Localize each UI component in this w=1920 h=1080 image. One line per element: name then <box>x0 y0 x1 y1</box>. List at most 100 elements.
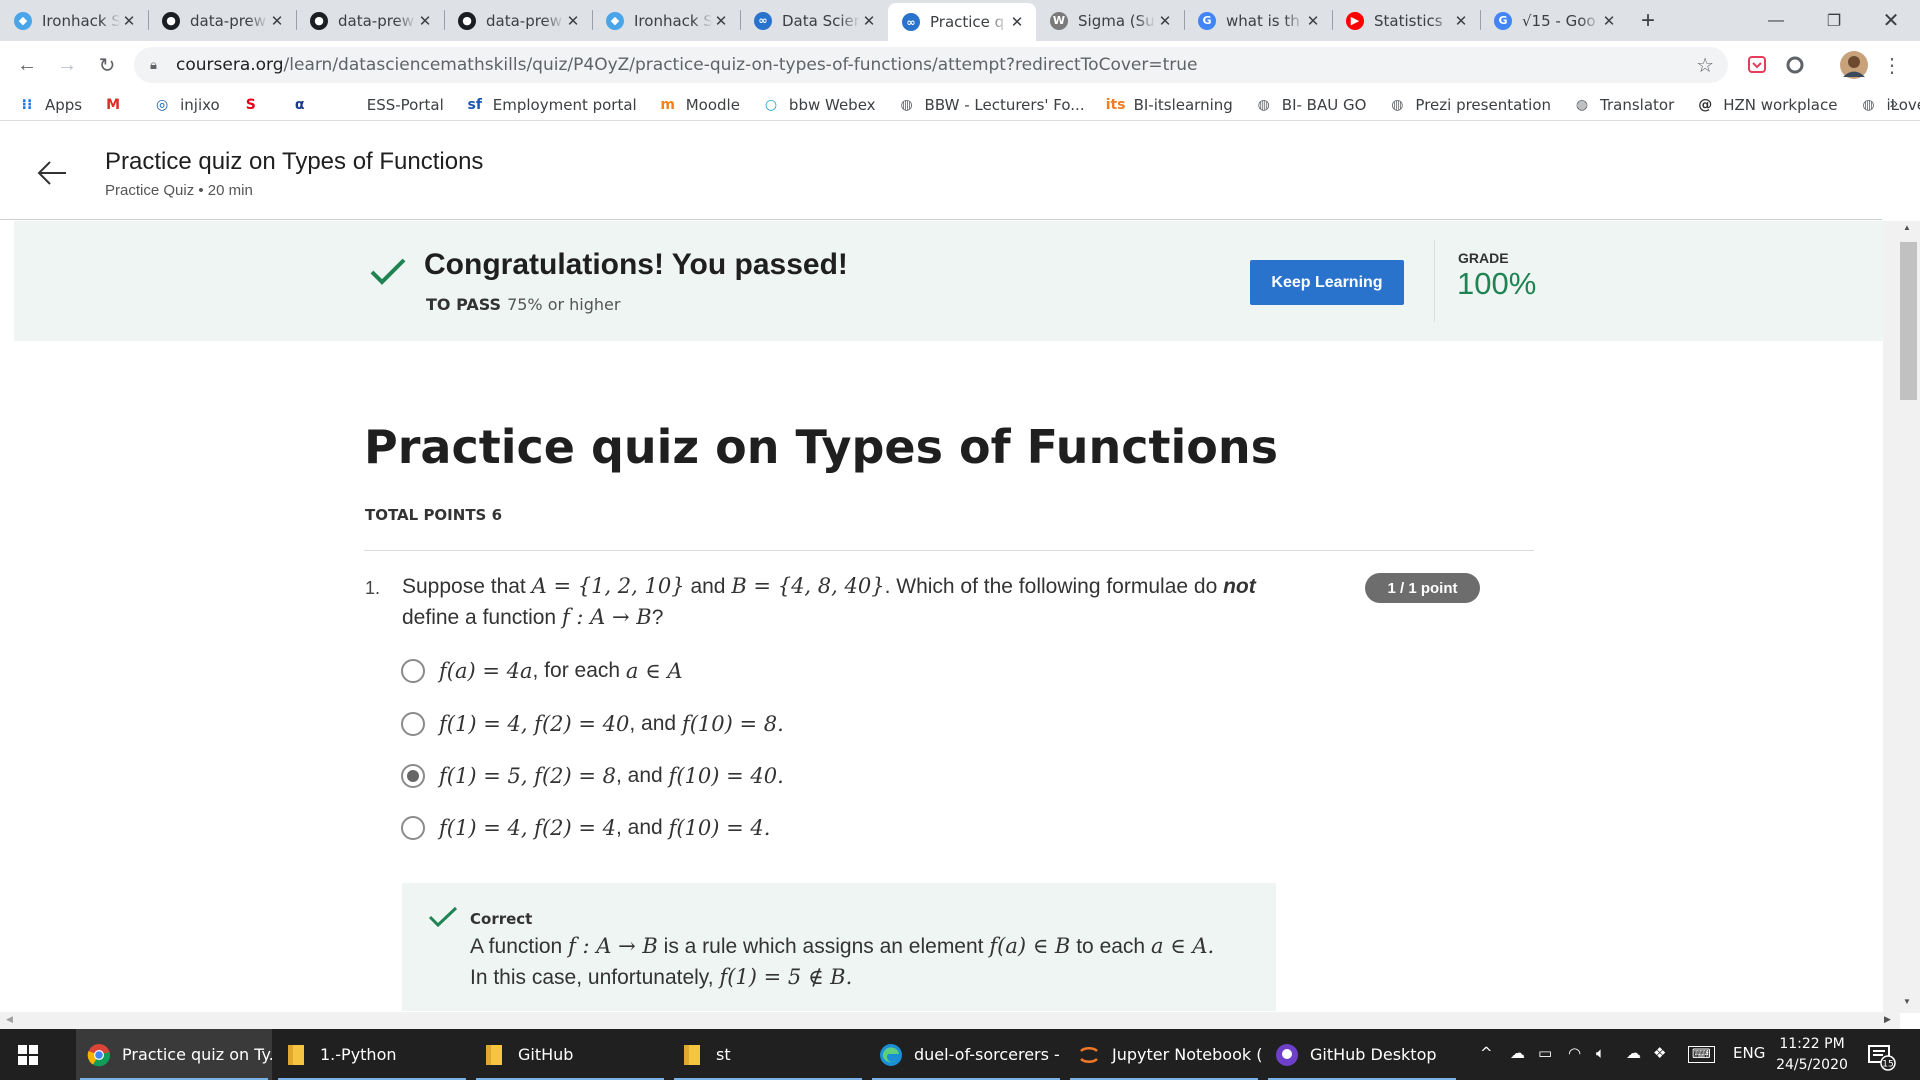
tab[interactable]: ● data-prew ✕ <box>444 0 592 41</box>
bookmark-label: Apps <box>45 95 83 114</box>
bookmark-item[interactable]: ◎ injixo <box>153 96 220 114</box>
bookmark-item[interactable]: ◍ BI- BAU GO <box>1255 96 1367 114</box>
bookmark-item[interactable]: ⁝⁝ Apps <box>18 96 82 114</box>
windows-start-icon[interactable] <box>0 1029 56 1080</box>
bookmark-item[interactable]: ◍ BBW - Lecturers' Fo... <box>898 96 1084 114</box>
menu-icon[interactable]: ⋮ <box>1878 51 1906 79</box>
taskbar-app[interactable]: st <box>670 1029 866 1080</box>
answer-option[interactable]: f(1) = 4, f(2) = 4, and f(10) = 4. <box>401 811 770 845</box>
bookmark-item[interactable]: ○ bbw Webex <box>762 96 876 114</box>
onedrive-icon[interactable]: ☁ <box>1510 1044 1525 1062</box>
dropbox-icon[interactable]: ❖ <box>1653 1044 1666 1062</box>
bookmark-item[interactable]: M <box>104 96 131 114</box>
close-tab-icon[interactable]: ✕ <box>564 12 582 30</box>
jupyter-icon <box>1076 1042 1102 1068</box>
keep-learning-button[interactable]: Keep Learning <box>1250 260 1404 305</box>
bookmark-item[interactable]: ◍ Prezi presentation <box>1388 96 1551 114</box>
radio-button[interactable] <box>401 712 425 736</box>
radio-button-selected[interactable] <box>401 764 425 788</box>
bookmark-item[interactable]: α <box>291 96 318 114</box>
close-tab-icon[interactable]: ✕ <box>1156 12 1174 30</box>
close-tab-icon[interactable]: ✕ <box>1008 13 1026 31</box>
notifications-icon[interactable]: 15 <box>1866 1041 1896 1071</box>
scroll-up-icon[interactable]: ▲ <box>1903 223 1911 232</box>
close-tab-icon[interactable]: ✕ <box>268 12 286 30</box>
tab[interactable]: ● data-prew ✕ <box>296 0 444 41</box>
bookmark-item[interactable]: ESS-Portal <box>340 96 444 114</box>
scrollbar-thumb[interactable] <box>1900 242 1917 400</box>
bookmark-label: ESS-Portal <box>366 95 444 114</box>
gmail-icon: M <box>106 96 121 113</box>
answer-option[interactable]: f(a) = 4a, for each a ∈ A <box>401 654 683 688</box>
bookmarks-more-icon[interactable]: » <box>1890 95 1898 112</box>
tab[interactable]: W Sigma (Su ✕ <box>1036 0 1184 41</box>
upload-cloud-icon[interactable]: ☁ <box>1626 1044 1641 1062</box>
back-icon[interactable]: ← <box>10 48 44 82</box>
bookmark-item[interactable]: ◍ Translator <box>1573 96 1674 114</box>
tab-title: data-prew <box>190 11 267 30</box>
bookmark-item[interactable]: m Moodle <box>659 96 740 114</box>
tab[interactable]: G √15 - Goo ✕ <box>1480 0 1628 41</box>
tab[interactable]: ● data-prew ✕ <box>148 0 296 41</box>
divider <box>364 550 1534 551</box>
close-tab-icon[interactable]: ✕ <box>1452 12 1470 30</box>
address-bar[interactable]: 🔒︎ coursera.org/learn/datasciencemathski… <box>134 47 1728 83</box>
tab[interactable]: Gwhat is th ✕ <box>1184 0 1332 41</box>
close-tab-icon[interactable]: ✕ <box>860 12 878 30</box>
clock[interactable]: 11:22 PM 24/5/2020 <box>1764 1034 1860 1076</box>
tab[interactable]: ∞ Data Scien ✕ <box>740 0 888 41</box>
globe-icon: ◍ <box>1575 96 1589 113</box>
bookmark-label: BI- BAU GO <box>1281 95 1367 114</box>
profile-avatar[interactable] <box>1838 49 1870 81</box>
scroll-down-icon[interactable]: ▼ <box>1903 997 1911 1006</box>
tab[interactable]: ∞ Practice q ✕ <box>888 3 1036 41</box>
close-window-icon[interactable]: ✕ <box>1862 0 1920 41</box>
folder-icon <box>284 1042 310 1068</box>
scroll-left-icon[interactable]: ◀ <box>6 1014 13 1025</box>
answer-option[interactable]: f(1) = 4, f(2) = 40, and f(10) = 8. <box>401 707 784 741</box>
language-indicator[interactable]: ENG <box>1733 1044 1765 1062</box>
minimize-icon[interactable]: — <box>1747 0 1805 41</box>
back-arrow-icon[interactable] <box>36 157 68 189</box>
pocket-extension-icon[interactable] <box>1743 51 1771 79</box>
taskbar-app[interactable]: GitHub Desktop <box>1264 1029 1460 1080</box>
tab[interactable]: ◆ Ironhack S ✕ <box>592 0 740 41</box>
extension-circle-icon[interactable] <box>1781 51 1809 79</box>
taskbar-app[interactable]: duel-of-sorcerers - ... <box>868 1029 1064 1080</box>
wifi-icon[interactable]: ◠ <box>1568 1044 1581 1062</box>
bookmark-item[interactable]: its BI-itslearning <box>1106 95 1233 114</box>
keyboard-icon[interactable]: ⌨ <box>1688 1046 1715 1063</box>
volume-icon[interactable]: 🔈︎ <box>1596 1044 1605 1062</box>
bookmark-item[interactable]: @ HZN workplace <box>1696 96 1837 114</box>
tab[interactable]: ◆ Ironhack S ✕ <box>0 0 148 41</box>
radio-button[interactable] <box>401 816 425 840</box>
scroll-right-icon[interactable]: ▶ <box>1884 1014 1891 1025</box>
alpha-icon: α <box>294 96 305 113</box>
tab-title: Ironhack S <box>634 11 712 30</box>
close-tab-icon[interactable]: ✕ <box>1600 12 1618 30</box>
restore-icon[interactable]: ❐ <box>1805 0 1863 41</box>
bookmark-item[interactable]: S <box>242 96 269 114</box>
radio-button[interactable] <box>401 659 425 683</box>
battery-icon[interactable]: ▭ <box>1538 1044 1552 1062</box>
close-tab-icon[interactable]: ✕ <box>1304 12 1322 30</box>
bookmark-label: BI-itslearning <box>1133 95 1233 114</box>
feedback-text: In this case, unfortunately, f(1) = 5 ∉ … <box>470 965 853 989</box>
taskbar-app[interactable]: 1.-Python <box>274 1029 470 1080</box>
bookmark-item[interactable]: sf Employment portal <box>466 96 637 114</box>
close-tab-icon[interactable]: ✕ <box>712 12 730 30</box>
answer-option[interactable]: f(1) = 5, f(2) = 8, and f(10) = 40. <box>401 759 784 793</box>
chevron-up-icon[interactable]: ^ <box>1480 1044 1493 1062</box>
horizontal-scrollbar[interactable] <box>0 1012 1900 1029</box>
taskbar-app[interactable]: GitHub <box>472 1029 668 1080</box>
taskbar-app[interactable]: Practice quiz on Ty... <box>76 1029 272 1080</box>
reload-icon[interactable]: ↻ <box>90 48 124 82</box>
taskbar-app[interactable]: Jupyter Notebook (... <box>1066 1029 1262 1080</box>
new-tab-icon[interactable]: + <box>1628 0 1668 41</box>
close-tab-icon[interactable]: ✕ <box>416 12 434 30</box>
webex-icon: ○ <box>764 96 778 113</box>
bookmark-star-icon[interactable]: ☆ <box>1696 53 1714 77</box>
forward-icon[interactable]: → <box>50 48 84 82</box>
close-tab-icon[interactable]: ✕ <box>120 12 138 30</box>
tab[interactable]: ▶ Statistics ✕ <box>1332 0 1480 41</box>
